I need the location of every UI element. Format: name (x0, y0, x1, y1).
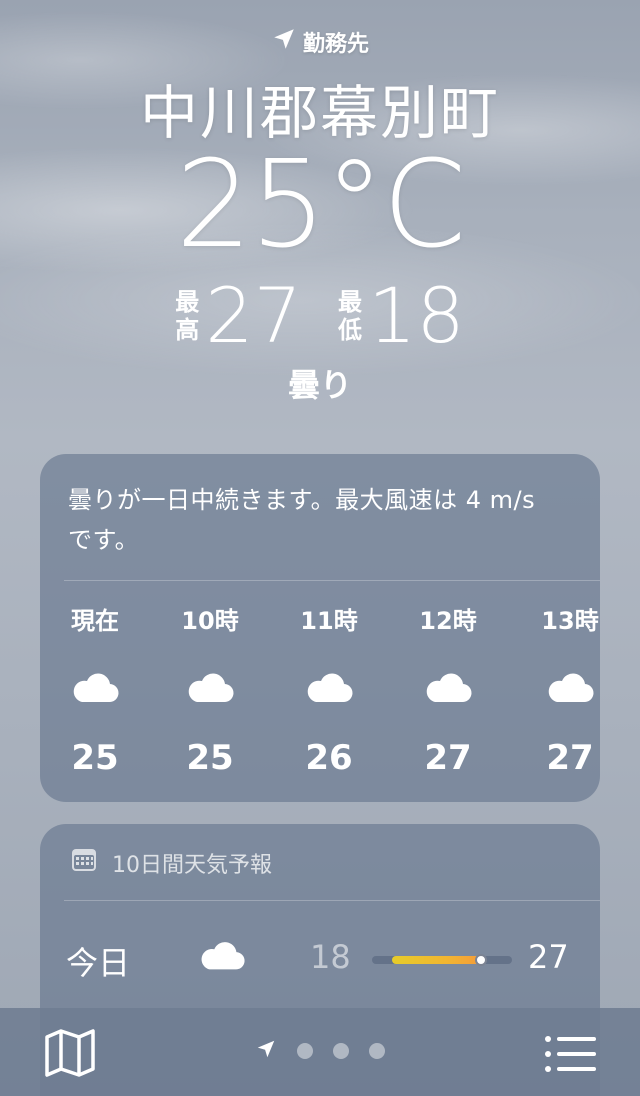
page-dot[interactable] (333, 1043, 349, 1059)
current-temperature-dot (475, 954, 488, 966)
day-low-temperature: 18 (310, 938, 351, 976)
high-label: 最 高 (175, 288, 199, 344)
ten-day-title: 10日間天気予報 (70, 846, 272, 880)
hour-time: 11時 (300, 607, 358, 635)
high-label-line-1: 最 (175, 288, 200, 316)
low-temperature-group: 最 低 18 (338, 276, 465, 356)
cloud-icon (40, 670, 150, 706)
divider (64, 580, 600, 581)
cloud-icon (274, 670, 384, 706)
cloud-icon (155, 670, 265, 706)
location-label: 勤務先 (302, 32, 369, 57)
day-high-temperature: 27 (528, 938, 569, 976)
high-low-temperatures: 最 高 27 最 低 18 (0, 276, 640, 356)
hour-time: 12時 (419, 607, 477, 635)
calendar-icon (70, 846, 98, 880)
list-icon[interactable] (544, 1034, 598, 1078)
hour-time: 13時 (541, 607, 599, 635)
hour-temperature: 27 (546, 738, 594, 778)
ten-day-title-text: 10日間天気予報 (112, 853, 272, 878)
hour-temperature: 26 (305, 738, 353, 778)
condition-text: 曇り (287, 366, 352, 404)
hourly-item[interactable]: 現在 25 (40, 604, 150, 778)
low-label: 最 低 (338, 288, 362, 344)
forecast-summary: 曇りが一日中続きます。最大風速は 4 m/s です。 (68, 486, 536, 554)
hourly-item[interactable]: 13時 27 (515, 604, 600, 778)
high-temperature: 27 (205, 271, 302, 360)
bottom-toolbar (0, 1008, 640, 1096)
high-label-line-2: 高 (175, 316, 200, 344)
cloud-icon (393, 670, 503, 706)
hour-time: 10時 (181, 607, 239, 635)
hourly-forecast-card[interactable]: 曇りが一日中続きます。最大風速は 4 m/s です。 現在 25 10時 25 … (40, 454, 600, 802)
cloud-icon (515, 670, 600, 706)
location-arrow-icon[interactable] (255, 1038, 277, 1064)
hourly-item[interactable]: 12時 27 (393, 604, 503, 778)
hourly-item[interactable]: 10時 25 (155, 604, 265, 778)
hour-temperature: 25 (71, 738, 119, 778)
hour-temperature: 27 (424, 738, 472, 778)
low-label-line-1: 最 (338, 288, 362, 316)
hour-time: 現在 (71, 607, 119, 635)
location-arrow-icon (271, 26, 297, 58)
temperature-range-fill (392, 956, 484, 964)
current-temperature: 25°C (175, 136, 466, 275)
location-row: 勤務先 (0, 26, 640, 58)
daily-row[interactable]: 今日 18 27 (40, 934, 600, 982)
cloud-icon (198, 938, 246, 976)
high-temperature-group: 最 高 27 (175, 276, 302, 356)
page-dot[interactable] (297, 1043, 313, 1059)
low-label-line-2: 低 (338, 316, 362, 344)
temperature-range-bar (372, 954, 512, 966)
low-temperature: 18 (368, 271, 465, 360)
hour-temperature: 25 (186, 738, 234, 778)
page-dot[interactable] (369, 1043, 385, 1059)
divider (64, 900, 600, 901)
hourly-item[interactable]: 11時 26 (274, 604, 384, 778)
day-name: 今日 (66, 944, 131, 982)
